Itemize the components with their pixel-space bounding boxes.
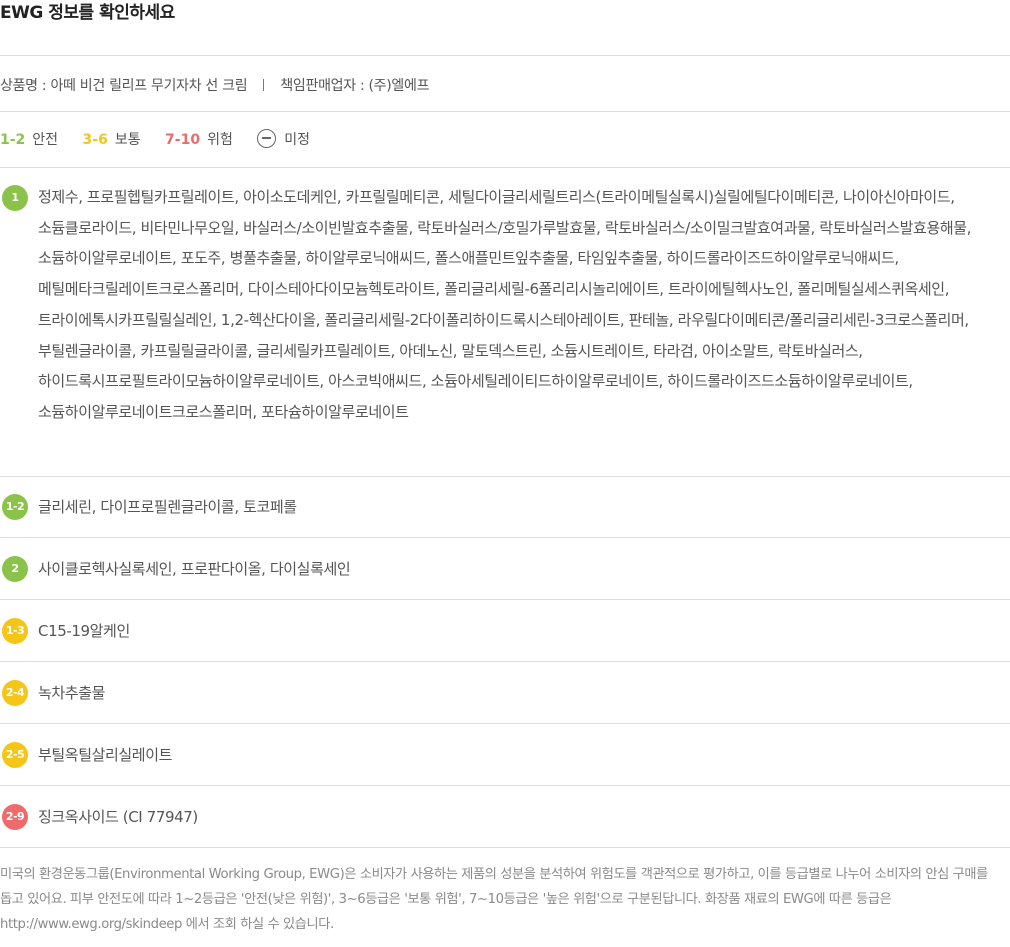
divider	[0, 599, 1010, 600]
ewg-footnote: 미국의 환경운동그룹(Environmental Working Group, …	[0, 867, 988, 932]
legend-item-moderate: 3-6 보통	[83, 128, 141, 152]
grade-badge: 1	[2, 185, 28, 211]
grade-badge: 2	[2, 556, 28, 582]
divider	[0, 847, 1010, 848]
ingredient-row: 2-4 녹차추출물	[0, 680, 1010, 706]
ingredient-row: 1 정제수, 프로필헵틸카프릴레이트, 아이소도데케인, 카프릴릴메티콘, 세틸…	[0, 184, 1010, 464]
minus-circle-icon	[257, 129, 277, 148]
ingredient-list: 사이클로헥사실록세인, 프로판다이올, 다이실록세인	[38, 560, 351, 578]
legend-label: 보통	[114, 132, 141, 148]
ingredient-row: 1-3 C15-19알케인	[0, 618, 1010, 644]
ewg-info-panel: EWG 정보를 확인하세요 상품명 : 아떼 비건 릴리프 무기자차 선 크림 책…	[0, 0, 1010, 947]
divider	[0, 476, 1010, 477]
grade-badge: 2-5	[2, 742, 28, 768]
legend-item-safe: 1-2 안전	[0, 128, 58, 152]
ingredient-list: 부틸옥틸살리실레이트	[38, 746, 173, 764]
ingredient-list: 징크옥사이드 (CI 77947)	[38, 808, 198, 826]
seller-name: 책임판매업자 : (주)엘에프	[280, 78, 430, 94]
grade-badge: 1-3	[2, 618, 28, 644]
legend-range: 1-2	[0, 132, 26, 148]
page-title: EWG 정보를 확인하세요	[0, 3, 175, 23]
divider	[0, 111, 1010, 112]
ingredient-row: 1-2 글리세린, 다이프로필렌글라이콜, 토코페롤	[0, 494, 1010, 520]
legend-label: 미정	[284, 132, 311, 148]
grade-badge: 2-4	[2, 680, 28, 706]
ingredient-list: 녹차추출물	[38, 684, 106, 702]
ingredient-list: 글리세린, 다이프로필렌글라이콜, 토코페롤	[38, 498, 297, 516]
ingredient-list: 정제수, 프로필헵틸카프릴레이트, 아이소도데케인, 카프릴릴메티콘, 세틸다이…	[38, 188, 972, 421]
product-info: 상품명 : 아떼 비건 릴리프 무기자차 선 크림 책임판매업자 : (주)엘에프	[0, 74, 429, 98]
legend-label: 안전	[32, 132, 59, 148]
ingredient-list: C15-19알케인	[38, 622, 130, 640]
divider	[0, 661, 1010, 662]
ingredient-row: 2-9 징크옥사이드 (CI 77947)	[0, 804, 1010, 830]
legend-item-danger: 7-10 위험	[165, 128, 233, 152]
product-name: 상품명 : 아떼 비건 릴리프 무기자차 선 크림	[0, 78, 248, 94]
divider	[0, 723, 1010, 724]
ingredient-row: 2 사이클로헥사실록세인, 프로판다이올, 다이실록세인	[0, 556, 1010, 582]
grade-legend: 1-2 안전 3-6 보통 7-10 위험 미정	[0, 128, 330, 152]
divider	[0, 167, 1010, 168]
divider	[0, 55, 1010, 56]
ingredient-row: 2-5 부틸옥틸살리실레이트	[0, 742, 1010, 768]
legend-item-undetermined: 미정	[257, 128, 310, 152]
divider	[0, 785, 1010, 786]
grade-badge: 1-2	[2, 494, 28, 520]
divider	[0, 537, 1010, 538]
legend-label: 위험	[207, 132, 233, 148]
legend-range: 7-10	[165, 132, 201, 148]
separator	[263, 79, 265, 91]
legend-range: 3-6	[82, 132, 108, 148]
grade-badge: 2-9	[2, 804, 28, 830]
